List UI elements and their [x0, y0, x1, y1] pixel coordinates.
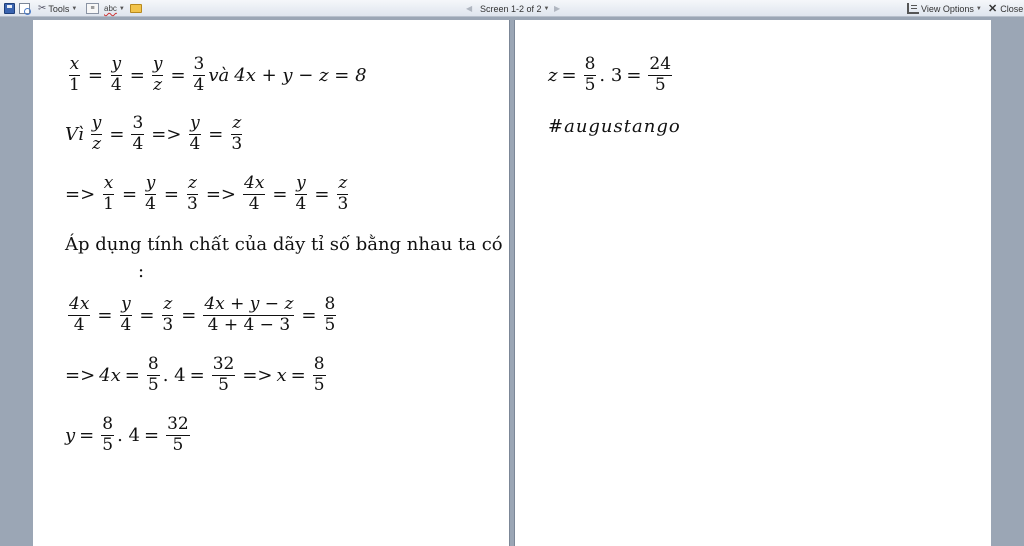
spelling-menu[interactable]: abc ▼ — [104, 2, 125, 15]
chevron-down-icon: ▼ — [543, 5, 550, 12]
tools-menu[interactable]: ✂ Tools ▼ — [38, 2, 77, 15]
fraction: 4x + y − z4 + 4 − 3 — [203, 294, 295, 335]
variable-text: x — [276, 364, 287, 386]
tools-label: Tools — [48, 3, 70, 14]
fraction: z3 — [231, 113, 243, 154]
variable-text: y — [65, 424, 76, 446]
fraction: 85 — [323, 294, 337, 335]
fraction: 85 — [101, 414, 115, 455]
fraction: 34 — [131, 113, 145, 154]
implies-arrow: => — [65, 364, 96, 386]
save-icon[interactable] — [4, 3, 15, 14]
equation-solve-x: => 4x = 85 . 4 = 32 5 => x = 85 — [65, 354, 326, 395]
chevron-down-icon: ▼ — [71, 5, 78, 12]
fraction: y4 — [120, 294, 132, 335]
fraction: x1 — [102, 173, 115, 214]
fraction: 34 — [192, 54, 206, 95]
fraction: 4x 4 — [243, 173, 266, 214]
chevron-down-icon: ▼ — [975, 5, 982, 12]
research-button[interactable]: ≡ — [86, 2, 99, 15]
hashtag-text: #augustango — [548, 116, 681, 137]
research-icon: ≡ — [86, 3, 99, 14]
fraction: 85 — [146, 354, 160, 395]
fraction: z3 — [162, 294, 174, 335]
fraction: y4 — [110, 54, 123, 95]
fraction: 32 5 — [166, 414, 190, 455]
reading-page-1: x1 = y4 = yz = 34 và 4x + y − z = 8 Vì y… — [33, 20, 510, 546]
folder-icon[interactable] — [130, 4, 142, 13]
equation-ratios: => x1 = y4 = z3 => 4x 4 = y4 = z3 — [65, 173, 349, 214]
tools-icon: ✂ — [38, 3, 47, 14]
equation-solve-z: z = 85 . 3 = 24 5 — [548, 54, 673, 95]
reading-toolbar: ✂ Tools ▼ ≡ abc ▼ ◀ Screen 1-2 of 2 ▼ ▶ … — [0, 0, 1024, 17]
multiply-text: . 4 — [162, 364, 186, 386]
multiply-text: . 4 — [117, 424, 140, 446]
fraction: 24 5 — [648, 54, 673, 95]
close-label: Close — [1000, 3, 1024, 14]
next-screen-icon[interactable]: ▶ — [554, 4, 560, 13]
equation-given: x1 = y4 = yz = 34 và 4x + y − z = 8 — [68, 54, 367, 95]
fraction: y4 — [295, 173, 307, 214]
fraction: 32 5 — [211, 354, 236, 395]
implies-arrow: => — [205, 183, 237, 205]
implies-arrow: => — [151, 123, 182, 145]
fraction: 4x 4 — [68, 294, 91, 335]
fraction: 85 — [583, 54, 597, 95]
property-sentence: Áp dụng tính chất của dãy tỉ số bằng nha… — [65, 234, 503, 255]
implies-arrow: => — [65, 183, 96, 205]
close-icon: ✕ — [988, 3, 998, 15]
implies-arrow: => — [242, 364, 273, 386]
chevron-down-icon: ▼ — [118, 5, 125, 12]
lhs-text: 4x — [99, 364, 121, 386]
equation-since: Vì yz = 34 => y4 = z3 — [65, 113, 243, 154]
fraction: y4 — [189, 113, 201, 154]
spelling-icon: abc — [104, 4, 117, 13]
multiply-text: . 3 — [599, 64, 623, 86]
close-button[interactable]: ✕ Close — [988, 2, 1023, 15]
equation-solve-y: y = 85 . 4 = 32 5 — [65, 414, 190, 455]
fraction: 85 — [312, 354, 326, 395]
conjunction-text: và — [208, 64, 230, 86]
colon-text: : — [138, 261, 145, 282]
previous-screen-icon[interactable]: ◀ — [466, 4, 472, 13]
equation-ratio-sum: 4x 4 = y4 = z3 = 4x + y − z4 + 4 − 3 = 85 — [68, 294, 337, 335]
fraction: z3 — [186, 173, 198, 214]
view-options-label: View Options — [921, 3, 974, 14]
reading-page-2: z = 85 . 3 = 24 5 #augustango — [514, 20, 991, 546]
equation-expression: 4x + y − z = 8 — [234, 64, 367, 86]
fraction: y4 — [144, 173, 157, 214]
view-options-icon — [907, 3, 919, 14]
variable-text: z — [548, 64, 558, 86]
fraction: z3 — [337, 173, 349, 214]
fraction: yz — [151, 54, 164, 95]
view-options-menu[interactable]: View Options ▼ — [907, 2, 982, 15]
vi-text: Vì — [65, 123, 84, 145]
fraction: yz — [90, 113, 103, 154]
screen-selector[interactable]: Screen 1-2 of 2 ▼ — [480, 2, 550, 15]
screen-label: Screen 1-2 of 2 — [480, 3, 542, 14]
document-map-icon[interactable] — [19, 3, 31, 15]
fraction: x1 — [68, 54, 81, 95]
